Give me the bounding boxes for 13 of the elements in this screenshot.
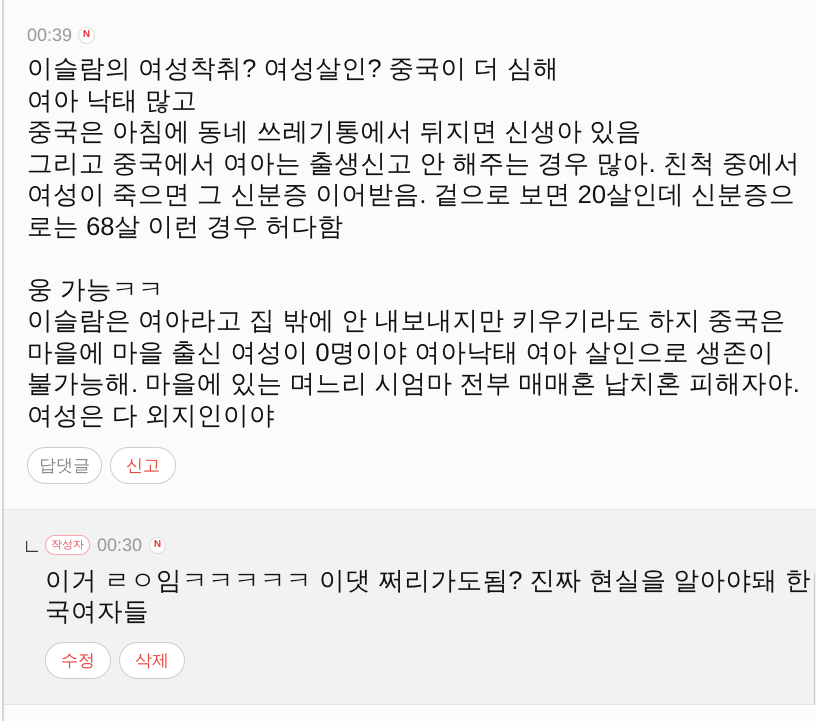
corner-icon xyxy=(26,541,38,552)
reply-button[interactable]: 답댓글 xyxy=(27,447,102,484)
comment-text: 웅 가능ㅋㅋ 이슬람은 여아라고 집 밖에 안 내보내지만 키우기라도 하지 중국은 마을에 마을 출신 여성이 0명이야 여아낙태 여아 살인으로 생존이 불가능해. 마을에 있는 며느리 시엄마 전부 매매혼 납치혼 피해자야. 여성은 다 외지인이야 xyxy=(27,274,800,432)
reply-time: 00:30 xyxy=(97,535,142,555)
comment-text: 이슬람의 여성착취? 여성살인? 중국이 더 심해 여아 낙태 많고 중국은 아침에 동네 쓰레기통에서 뒤지면 신생아 있음 그리고 중국에서 여아는 출생신고 안 해주는 경우 많아. 친척 중에서 여성이 죽으면 그 신분증 이어받음. 겉으로 보면 20살인데 신분증으 로는 68살 이런 경우 허다함 xyxy=(27,54,800,242)
edit-button[interactable]: 수정 xyxy=(45,642,111,679)
new-badge: N xyxy=(149,536,166,554)
delete-button[interactable]: 삭제 xyxy=(119,642,185,679)
report-button[interactable]: 신고 xyxy=(110,447,176,484)
reply-text: 이거 ㄹㅇ임ㅋㅋㅋㅋㅋ 이댓 쩌리가도됨? 진짜 현실을 알아야돼 한 국여자들 xyxy=(45,566,811,628)
comment-time: 00:39 xyxy=(27,25,72,45)
author-tag: 작성자 xyxy=(45,535,90,555)
new-badge: N xyxy=(78,26,96,44)
